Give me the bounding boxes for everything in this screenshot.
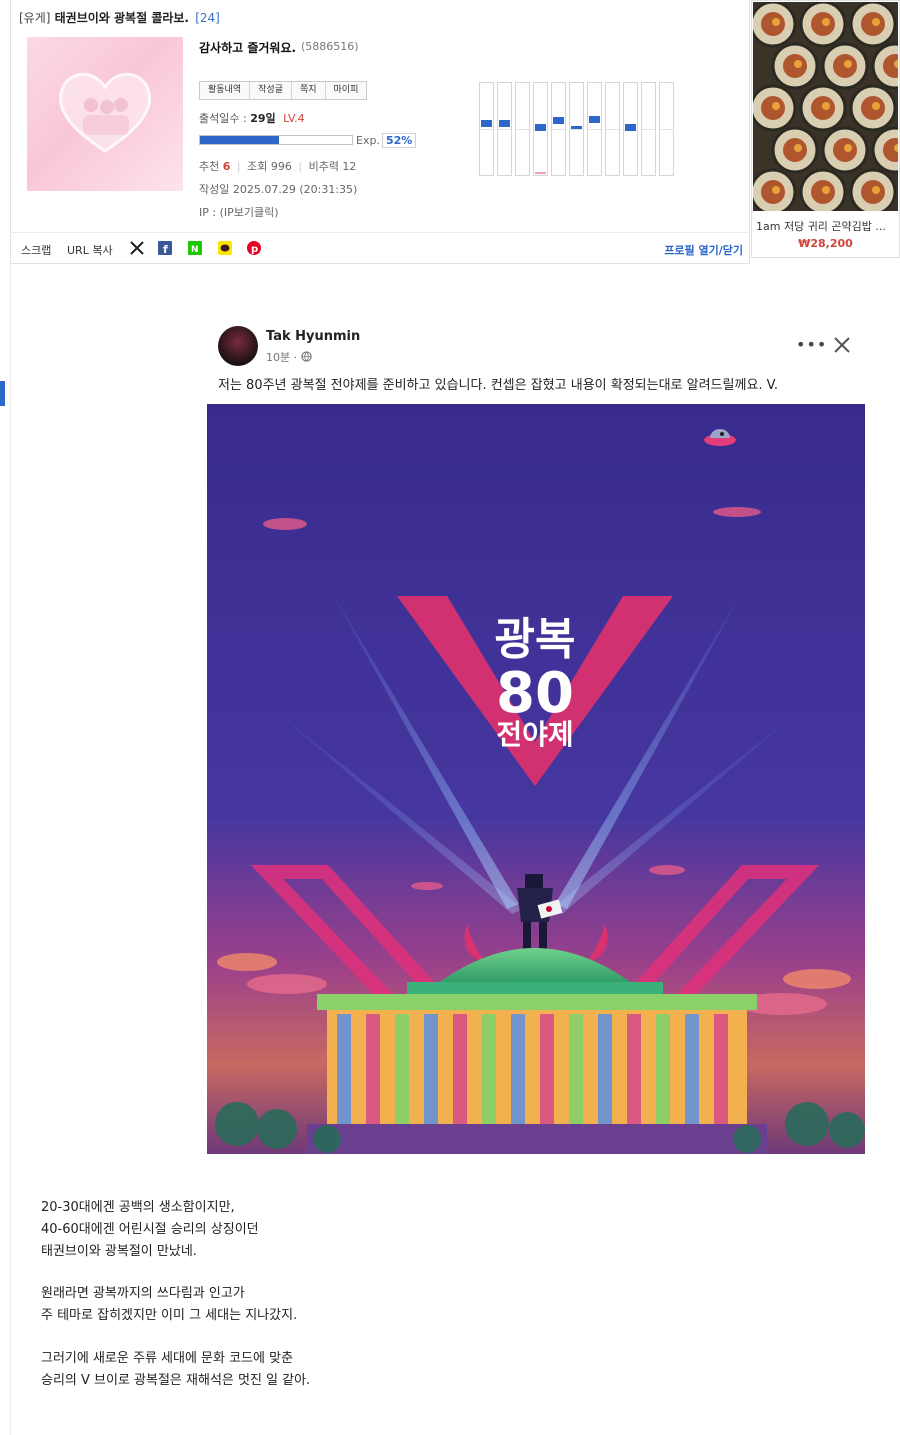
body-line: 40-60대에겐 어린시절 승리의 상징이던 [41, 1222, 259, 1237]
body-line: 그러기에 새로운 주류 세대에 문화 코드에 맞춘 [41, 1351, 294, 1366]
fb-time-text: 10분 · [266, 351, 298, 364]
activity-graph [479, 82, 674, 176]
activity-graph-column [641, 82, 656, 176]
tab-message[interactable]: 쪽지 [291, 82, 326, 99]
close-icon [834, 337, 850, 353]
kimbap-image [753, 2, 898, 211]
ip-link[interactable]: IP : (IP보기클릭) [199, 204, 279, 220]
scroll-indicator [0, 381, 5, 406]
more-options-icon: ••• [796, 335, 828, 354]
tab-mypi[interactable]: 마이피 [325, 82, 367, 99]
body-line: 승리의 V 브이로 광복절은 재해석은 멋진 일 같아. [41, 1373, 311, 1388]
pinterest-icon[interactable]: p [247, 241, 261, 255]
activity-graph-mark [571, 126, 582, 129]
activity-graph-column [479, 82, 494, 176]
activity-graph-column [515, 82, 530, 176]
avatar[interactable] [27, 37, 183, 191]
recommend-label: 추천 [199, 160, 220, 173]
activity-graph-column [551, 82, 566, 176]
exp-info: Exp. 52% [356, 133, 417, 148]
body-line: 태권브이와 광복절이 만났네. [41, 1244, 197, 1259]
heart-frame-icon [58, 72, 152, 153]
member-id: (5886516) [301, 40, 359, 53]
exp-label: Exp. [356, 134, 380, 147]
fb-author-avatar [218, 326, 258, 366]
body-paragraph-3: 그러기에 새로운 주류 세대에 문화 코드에 맞춘 승리의 V 브이로 광복절은… [41, 1348, 310, 1392]
activity-graph-mark [535, 124, 546, 131]
activity-graph-mark [625, 124, 636, 131]
written-date: 작성일 2025.07.29 (20:31:35) [199, 183, 358, 196]
ad-price: ₩28,200 [798, 237, 853, 250]
liberation-day-poster: 광복 80 전야제 [207, 404, 865, 1154]
body-line: 원래라면 광복까지의 쓰다림과 인고가 [41, 1286, 245, 1301]
activity-graph-column [605, 82, 620, 176]
share-toolbar: 스크랩 URL 복사 f N p 프로필 열기/닫기 [11, 232, 749, 263]
author-profile-panel: [유게] 태권브이와 광복절 콜라보. [24] 감사하고 즐거워요. (588… [10, 0, 750, 264]
scrap-button[interactable]: 스크랩 [21, 242, 51, 258]
exp-progress-bar [199, 135, 353, 145]
url-copy-button[interactable]: URL 복사 [67, 242, 113, 258]
globe-icon [300, 351, 312, 362]
attendance-days: 29일 [250, 112, 276, 125]
post-category: [유게] [19, 11, 51, 25]
content-divider [10, 264, 11, 1435]
activity-graph-mark [553, 117, 564, 124]
poster-title-line2: 80 [496, 661, 574, 726]
post-title-text: 태권브이와 광복절 콜라보. [54, 11, 189, 25]
tab-activity[interactable]: 활동내역 [200, 82, 251, 99]
views-count: 조회 996 [247, 160, 292, 173]
svg-text:N: N [191, 245, 199, 255]
ad-banner[interactable]: 1am 저당 귀리 곤약김밥 ... ₩28,200 [751, 0, 900, 258]
post-stats: 추천 6 | 조회 996 | 비추력 12 [199, 160, 357, 173]
kakao-icon[interactable] [218, 241, 232, 255]
level-badge: LV.4 [283, 112, 305, 125]
activity-graph-mark [481, 120, 492, 127]
profile-tabs: 활동내역 작성글 쪽지 마이피 [199, 81, 368, 100]
attendance: 출석일수 : 29일 LV.4 [199, 110, 305, 126]
poster-title-line1: 광복 [495, 614, 576, 665]
svg-text:p: p [251, 244, 258, 255]
body-paragraph-1: 20-30대에겐 공백의 생소함이지만, 40-60대에겐 어린시절 승리의 상… [41, 1197, 259, 1263]
exp-percent: 52% [381, 133, 417, 148]
ad-title[interactable]: 1am 저당 귀리 곤약김밥 ... [756, 218, 898, 234]
activity-graph-column [533, 82, 548, 176]
activity-graph-column [497, 82, 512, 176]
poster-title-line3: 전야제 [496, 718, 573, 751]
fb-author-name: Tak Hyunmin [266, 329, 361, 344]
body-line: 주 테마로 잡히겠지만 이미 그 세대는 지나갔지. [41, 1308, 298, 1323]
x-icon[interactable] [129, 240, 145, 256]
post-title: [유게] 태권브이와 광복절 콜라보. [24] [19, 9, 220, 26]
fb-post-time: 10분 · [266, 349, 312, 365]
body-paragraph-2: 원래라면 광복까지의 쓰다림과 인고가 주 테마로 잡히겠지만 이미 그 세대는… [41, 1283, 297, 1327]
profile-toggle-button[interactable]: 프로필 열기/닫기 [664, 242, 743, 258]
body-line: 20-30대에겐 공백의 생소함이지만, [41, 1200, 235, 1215]
nickname[interactable]: 감사하고 즐거워요. [199, 39, 296, 56]
activity-graph-column [659, 82, 674, 176]
exp-progress-fill [200, 136, 280, 144]
comment-count-link[interactable]: [24] [195, 11, 220, 25]
activity-graph-column [569, 82, 584, 176]
activity-graph-mark [499, 120, 510, 127]
activity-graph-column [623, 82, 638, 176]
svg-text:f: f [163, 243, 168, 255]
naver-icon[interactable]: N [188, 241, 202, 255]
unrecommend-count: 비추력 12 [308, 160, 357, 173]
poster-illustration: 광복 80 전야제 [207, 404, 865, 1154]
activity-graph-column [587, 82, 602, 176]
ad-product-image[interactable] [753, 2, 898, 211]
attendance-label: 출석일수 : [199, 112, 247, 125]
fb-post-text: 저는 80주년 광복절 전야제를 준비하고 있습니다. 컨셉은 잡혔고 내용이 … [218, 378, 779, 393]
tab-posts[interactable]: 작성글 [250, 82, 292, 99]
activity-graph-mark [589, 116, 600, 123]
facebook-icon[interactable]: f [158, 241, 172, 255]
recommend-count: 6 [222, 160, 231, 173]
